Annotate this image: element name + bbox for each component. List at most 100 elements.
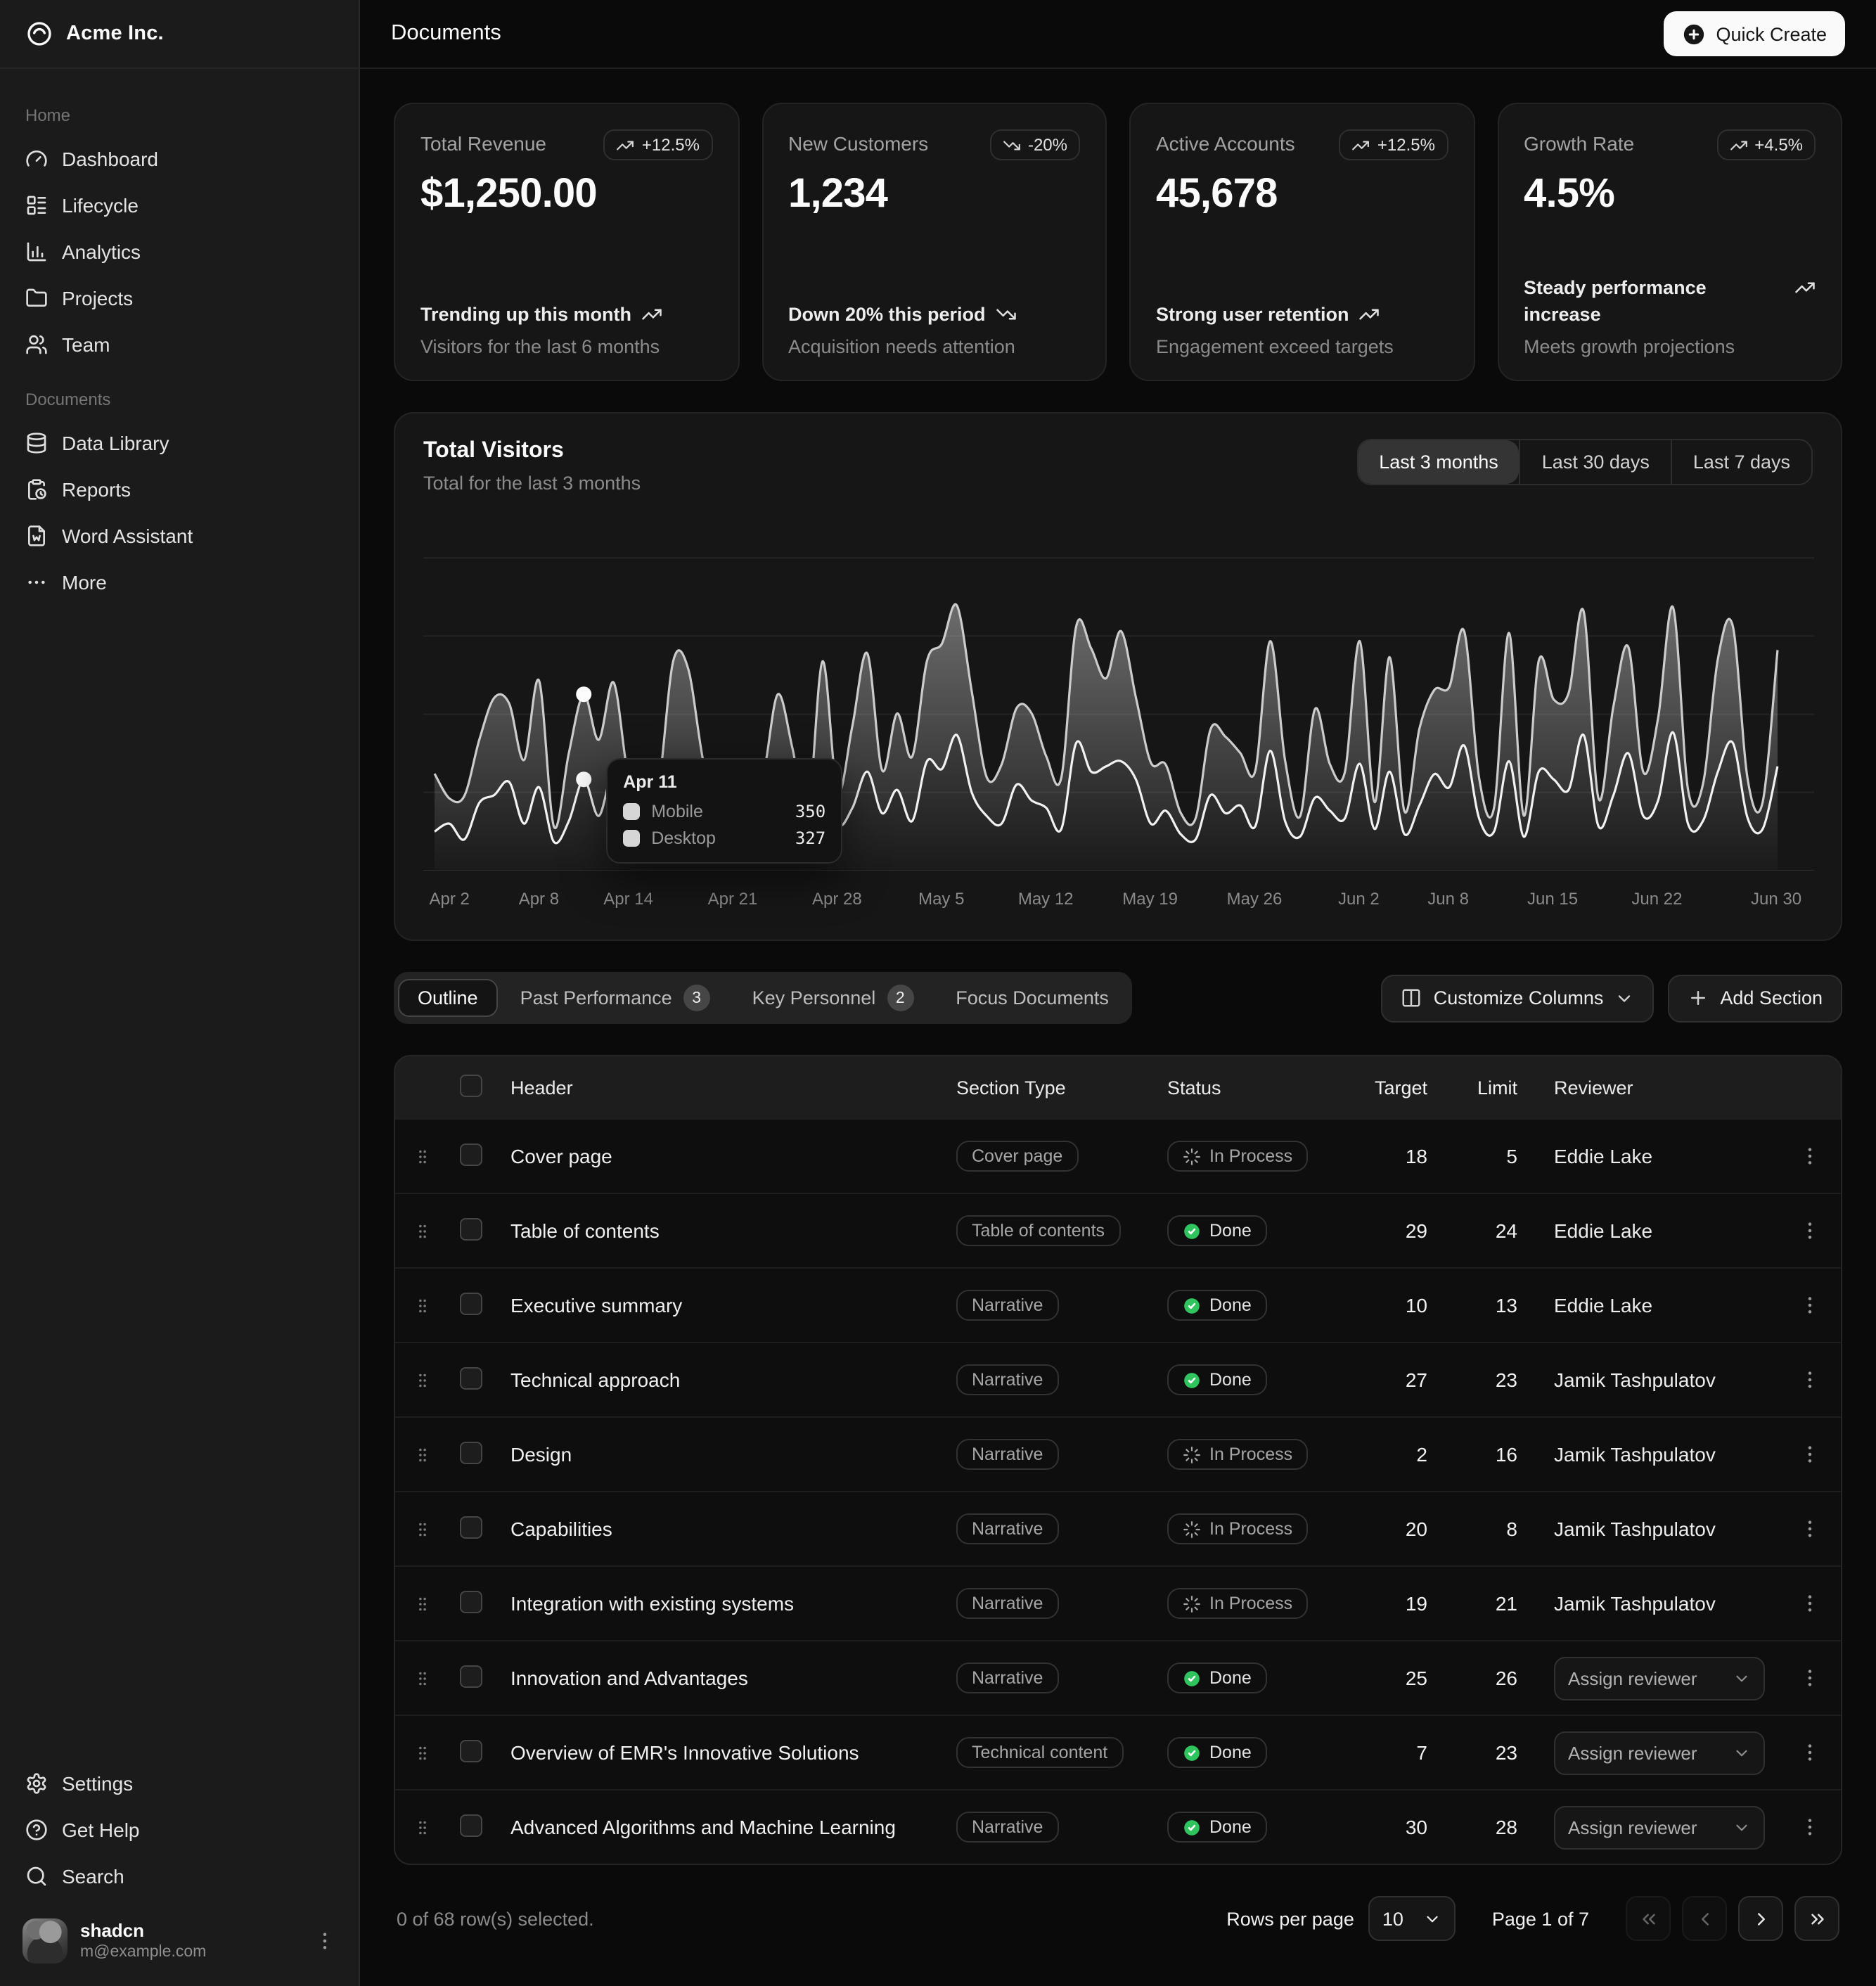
row-checkbox[interactable] <box>460 1590 482 1613</box>
row-actions-button[interactable] <box>1790 1443 1830 1466</box>
row-actions-button[interactable] <box>1790 1667 1830 1689</box>
row-header-cell[interactable]: Executive summary <box>499 1294 945 1316</box>
target-cell[interactable]: 18 <box>1360 1145 1453 1167</box>
drag-handle[interactable] <box>406 1667 437 1689</box>
limit-cell[interactable]: 26 <box>1453 1667 1543 1689</box>
limit-cell[interactable]: 24 <box>1453 1219 1543 1242</box>
previous-page-button[interactable] <box>1682 1896 1727 1941</box>
target-cell[interactable]: 10 <box>1360 1294 1453 1316</box>
sidebar-item-get-help[interactable]: Get Help <box>11 1806 347 1852</box>
row-actions-button[interactable] <box>1790 1816 1830 1838</box>
drag-handle[interactable] <box>406 1295 437 1316</box>
row-actions-button[interactable] <box>1790 1369 1830 1391</box>
chart-area[interactable]: Apr 2Apr 8Apr 14Apr 21Apr 28May 5May 12M… <box>423 516 1813 923</box>
limit-cell[interactable]: 16 <box>1453 1443 1543 1466</box>
row-actions-button[interactable] <box>1790 1145 1830 1167</box>
row-actions-button[interactable] <box>1790 1741 1830 1764</box>
range-tab-last-30-days[interactable]: Last 30 days <box>1520 440 1671 484</box>
row-checkbox[interactable] <box>460 1516 482 1538</box>
tooltip-label: Desktop <box>651 828 784 848</box>
limit-cell[interactable]: 8 <box>1453 1518 1543 1540</box>
assign-reviewer-select[interactable]: Assign reviewer <box>1554 1656 1765 1700</box>
row-checkbox[interactable] <box>460 1665 482 1687</box>
range-tab-last-7-days[interactable]: Last 7 days <box>1671 440 1811 484</box>
add-section-button[interactable]: Add Section <box>1668 974 1842 1022</box>
drag-handle[interactable] <box>406 1742 437 1763</box>
target-cell[interactable]: 7 <box>1360 1741 1453 1764</box>
customize-columns-button[interactable]: Customize Columns <box>1382 974 1655 1022</box>
sidebar-item-word-assistant[interactable]: Word Assistant <box>11 512 347 558</box>
drag-handle[interactable] <box>406 1518 437 1539</box>
limit-cell[interactable]: 23 <box>1453 1369 1543 1391</box>
quick-create-button[interactable]: Quick Create <box>1664 11 1845 56</box>
target-cell[interactable]: 2 <box>1360 1443 1453 1466</box>
user-menu[interactable]: shadcn m@example.com <box>11 1907 347 1975</box>
target-cell[interactable]: 29 <box>1360 1219 1453 1242</box>
assign-reviewer-select[interactable]: Assign reviewer <box>1554 1731 1765 1774</box>
sidebar-item-projects[interactable]: Projects <box>11 274 347 321</box>
sidebar-item-more[interactable]: More <box>11 558 347 605</box>
row-actions-button[interactable] <box>1790 1219 1830 1242</box>
tab-outline[interactable]: Outline <box>398 979 498 1017</box>
row-header-cell[interactable]: Advanced Algorithms and Machine Learning <box>499 1816 945 1838</box>
drag-handle[interactable] <box>406 1220 437 1241</box>
row-header-cell[interactable]: Technical approach <box>499 1369 945 1391</box>
tab-key-personnel[interactable]: Key Personnel2 <box>733 976 934 1020</box>
target-cell[interactable]: 30 <box>1360 1816 1453 1838</box>
x-axis-tick: Apr 2 <box>429 889 469 909</box>
status-label: Done <box>1209 1370 1252 1390</box>
tab-focus-documents[interactable]: Focus Documents <box>936 979 1129 1017</box>
sidebar-item-reports[interactable]: Reports <box>11 466 347 512</box>
sidebar-item-analytics[interactable]: Analytics <box>11 228 347 274</box>
row-checkbox[interactable] <box>460 1441 482 1463</box>
target-cell[interactable]: 20 <box>1360 1518 1453 1540</box>
row-actions-button[interactable] <box>1790 1294 1830 1316</box>
drag-handle[interactable] <box>406 1593 437 1614</box>
sidebar-item-search[interactable]: Search <box>11 1852 347 1899</box>
drag-handle[interactable] <box>406 1369 437 1390</box>
row-header-cell[interactable]: Design <box>499 1443 945 1466</box>
sidebar-item-data-library[interactable]: Data Library <box>11 419 347 466</box>
org-switcher[interactable]: Acme Inc. <box>0 0 359 69</box>
range-tab-last-3-months[interactable]: Last 3 months <box>1358 440 1520 484</box>
last-page-button[interactable] <box>1794 1896 1839 1941</box>
limit-cell[interactable]: 23 <box>1453 1741 1543 1764</box>
drag-handle[interactable] <box>406 1146 437 1167</box>
sidebar-item-lifecycle[interactable]: Lifecycle <box>11 181 347 228</box>
row-actions-button[interactable] <box>1790 1518 1830 1540</box>
first-page-button[interactable] <box>1626 1896 1671 1941</box>
target-cell[interactable]: 19 <box>1360 1592 1453 1615</box>
sidebar-item-dashboard[interactable]: Dashboard <box>11 135 347 181</box>
row-header-cell[interactable]: Cover page <box>499 1145 945 1167</box>
next-page-button[interactable] <box>1738 1896 1783 1941</box>
sidebar-item-team[interactable]: Team <box>11 321 347 367</box>
drag-handle[interactable] <box>406 1817 437 1838</box>
row-checkbox[interactable] <box>460 1217 482 1240</box>
row-checkbox[interactable] <box>460 1739 482 1762</box>
target-cell[interactable]: 27 <box>1360 1369 1453 1391</box>
drag-handle[interactable] <box>406 1444 437 1465</box>
row-header-cell[interactable]: Table of contents <box>499 1219 945 1242</box>
row-checkbox[interactable] <box>460 1814 482 1836</box>
row-header-cell[interactable]: Integration with existing systems <box>499 1592 945 1615</box>
limit-cell[interactable]: 5 <box>1453 1145 1543 1167</box>
loader-icon <box>1183 1147 1201 1165</box>
trend-down-icon <box>996 305 1017 326</box>
row-checkbox[interactable] <box>460 1143 482 1165</box>
row-header-cell[interactable]: Innovation and Advantages <box>499 1667 945 1689</box>
target-cell[interactable]: 25 <box>1360 1667 1453 1689</box>
row-header-cell[interactable]: Overview of EMR's Innovative Solutions <box>499 1741 945 1764</box>
row-actions-button[interactable] <box>1790 1592 1830 1615</box>
row-checkbox[interactable] <box>460 1292 482 1314</box>
select-all-checkbox[interactable] <box>460 1074 482 1096</box>
sidebar-item-settings[interactable]: Settings <box>11 1760 347 1806</box>
row-header-cell[interactable]: Capabilities <box>499 1518 945 1540</box>
row-checkbox[interactable] <box>460 1366 482 1389</box>
select-all-cell <box>449 1074 499 1101</box>
rows-per-page-select[interactable]: 10 <box>1368 1896 1456 1941</box>
limit-cell[interactable]: 21 <box>1453 1592 1543 1615</box>
tab-past-performance[interactable]: Past Performance3 <box>501 976 730 1020</box>
assign-reviewer-select[interactable]: Assign reviewer <box>1554 1805 1765 1849</box>
limit-cell[interactable]: 28 <box>1453 1816 1543 1838</box>
limit-cell[interactable]: 13 <box>1453 1294 1543 1316</box>
